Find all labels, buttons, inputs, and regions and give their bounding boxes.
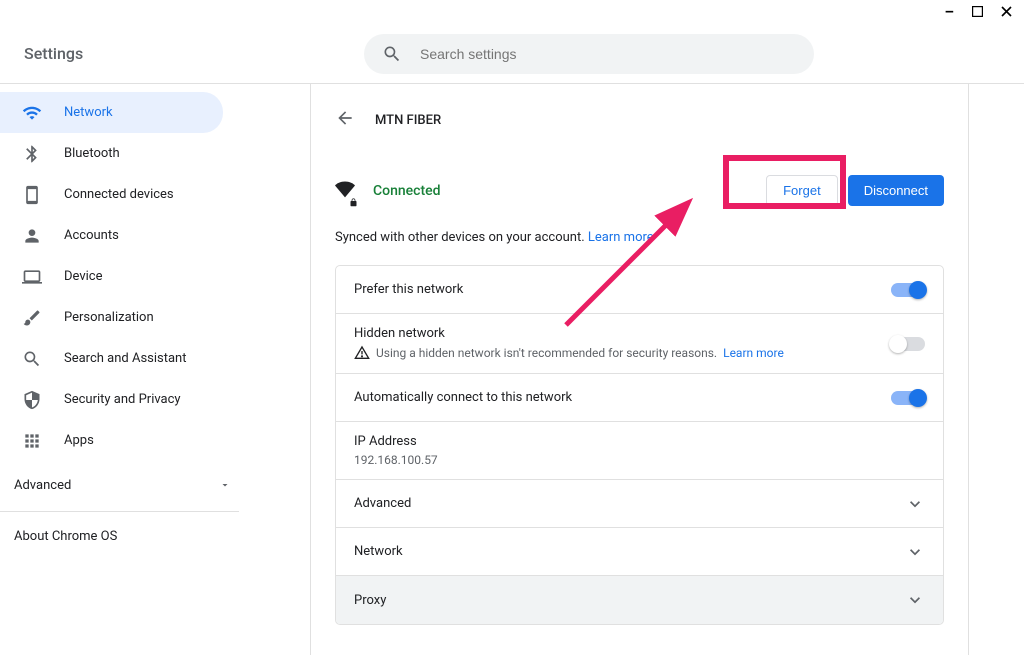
sidebar: Network Bluetooth Connected devices Acco… (0, 84, 255, 655)
sidebar-item-label: Network (64, 105, 113, 120)
sidebar-advanced-toggle[interactable]: Advanced (0, 463, 255, 507)
hidden-network-row: Hidden network Using a hidden network is… (336, 314, 943, 374)
network-row[interactable]: Network (336, 528, 943, 576)
search-input[interactable] (420, 46, 796, 62)
sidebar-about-label: About Chrome OS (14, 529, 117, 544)
chevron-down-icon (219, 479, 231, 491)
ip-value: 192.168.100.57 (354, 453, 438, 467)
sidebar-item-label: Accounts (64, 228, 119, 243)
apps-icon (22, 431, 42, 451)
sidebar-item-network[interactable]: Network (0, 92, 223, 133)
sidebar-item-label: Apps (64, 433, 94, 448)
app-title: Settings (24, 44, 364, 63)
chevron-down-icon (905, 494, 925, 514)
laptop-icon (22, 267, 42, 287)
search-bar[interactable] (364, 34, 814, 74)
disconnect-button[interactable]: Disconnect (848, 175, 944, 206)
bluetooth-icon (22, 144, 42, 164)
wifi-secure-icon (335, 179, 355, 203)
sidebar-item-device[interactable]: Device (0, 256, 223, 297)
window-title-bar: – (0, 0, 1024, 24)
sidebar-item-label: Security and Privacy (64, 392, 181, 407)
wifi-icon (22, 103, 42, 123)
proxy-row[interactable]: Proxy (336, 576, 943, 624)
row-label: Advanced (354, 496, 411, 511)
sidebar-item-label: Search and Assistant (64, 351, 187, 366)
hidden-toggle[interactable] (891, 337, 925, 351)
search-icon (22, 349, 42, 369)
prefer-toggle[interactable] (891, 283, 925, 297)
sidebar-about[interactable]: About Chrome OS (0, 516, 255, 556)
auto-connect-row: Automatically connect to this network (336, 374, 943, 422)
sidebar-item-label: Device (64, 269, 103, 284)
sidebar-advanced-label: Advanced (14, 478, 71, 493)
advanced-row[interactable]: Advanced (336, 480, 943, 528)
chevron-down-icon (905, 590, 925, 610)
sidebar-item-security[interactable]: Security and Privacy (0, 379, 223, 420)
close-button[interactable] (1001, 5, 1012, 20)
connection-status-section: Connected Forget Disconnect (335, 163, 944, 230)
row-subtitle: Using a hidden network isn't recommended… (354, 345, 784, 361)
row-label: Hidden network (354, 326, 784, 341)
row-label: IP Address (354, 434, 438, 449)
device-icon (22, 185, 42, 205)
sidebar-item-search-assistant[interactable]: Search and Assistant (0, 338, 223, 379)
brush-icon (22, 308, 42, 328)
row-label: Automatically connect to this network (354, 390, 572, 405)
sync-info: Synced with other devices on your accoun… (335, 230, 944, 265)
minimize-button[interactable]: – (945, 5, 954, 20)
warning-icon (354, 345, 370, 361)
sidebar-item-bluetooth[interactable]: Bluetooth (0, 133, 223, 174)
sidebar-item-label: Bluetooth (64, 146, 120, 161)
ip-address-row: IP Address 192.168.100.57 (336, 422, 943, 480)
prefer-network-row: Prefer this network (336, 266, 943, 314)
learn-more-link[interactable]: Learn more (588, 230, 654, 245)
page-title: MTN FIBER (375, 113, 441, 128)
row-label: Network (354, 544, 403, 559)
sidebar-item-label: Connected devices (64, 187, 174, 202)
hidden-learn-more-link[interactable]: Learn more (723, 346, 784, 360)
main-content: MTN FIBER Connected Forget Disconnect (310, 84, 969, 655)
person-icon (22, 226, 42, 246)
row-label: Proxy (354, 593, 386, 608)
chevron-down-icon (905, 542, 925, 562)
auto-toggle[interactable] (891, 391, 925, 405)
row-label: Prefer this network (354, 282, 463, 297)
settings-panel: Prefer this network Hidden network Using… (335, 265, 944, 625)
sidebar-item-personalization[interactable]: Personalization (0, 297, 223, 338)
page-header: MTN FIBER (335, 108, 944, 163)
sidebar-item-connected-devices[interactable]: Connected devices (0, 174, 223, 215)
sidebar-item-label: Personalization (64, 310, 154, 325)
search-icon (382, 44, 402, 64)
sidebar-item-apps[interactable]: Apps (0, 420, 223, 461)
shield-icon (22, 390, 42, 410)
maximize-button[interactable] (972, 5, 983, 20)
app-header: Settings (0, 24, 1024, 84)
back-button[interactable] (335, 108, 355, 133)
forget-button[interactable]: Forget (766, 175, 838, 206)
sidebar-divider (0, 511, 239, 512)
sidebar-item-accounts[interactable]: Accounts (0, 215, 223, 256)
connection-status: Connected (373, 183, 441, 199)
